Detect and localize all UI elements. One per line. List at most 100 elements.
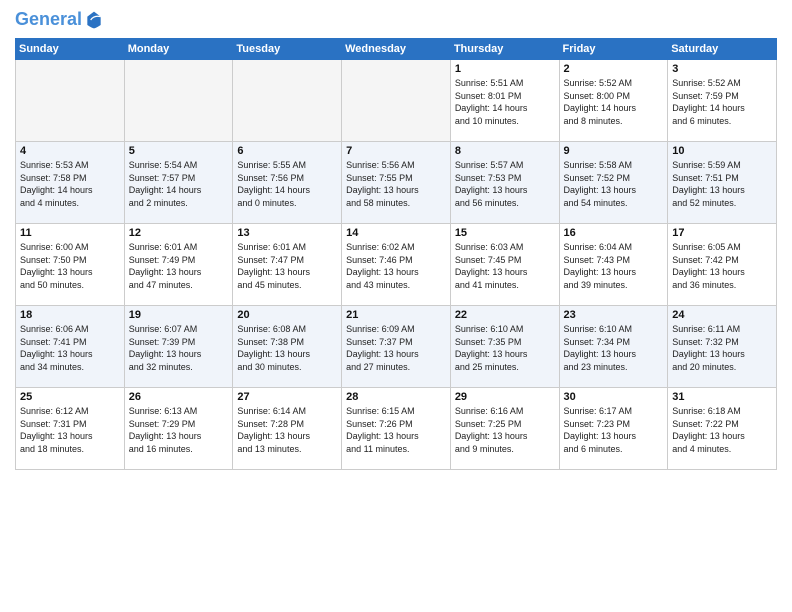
day-info: Sunrise: 6:10 AM Sunset: 7:35 PM Dayligh… <box>455 323 555 373</box>
day-number: 16 <box>564 227 664 239</box>
calendar-cell: 9 Sunrise: 5:58 AM Sunset: 7:52 PM Daylig… <box>559 142 668 224</box>
calendar-cell: 7Sunrise: 5:56 AM Sunset: 7:55 PM Daylig… <box>342 142 451 224</box>
calendar-cell <box>233 60 342 142</box>
day-info: Sunrise: 5:53 AM Sunset: 7:58 PM Dayligh… <box>20 159 120 209</box>
day-info: Sunrise: 6:14 AM Sunset: 7:28 PM Dayligh… <box>237 405 337 455</box>
calendar-cell: 20 Sunrise: 6:08 AM Sunset: 7:38 PM Dayli… <box>233 306 342 388</box>
header: General <box>15 10 777 30</box>
day-number: 26 <box>129 391 229 403</box>
day-number: 17 <box>672 227 772 239</box>
calendar-cell: 27 Sunrise: 6:14 AM Sunset: 7:28 PM Dayli… <box>233 388 342 470</box>
day-info: Sunrise: 6:18 AM Sunset: 7:22 PM Dayligh… <box>672 405 772 455</box>
calendar-cell: 23 Sunrise: 6:10 AM Sunset: 7:34 PM Dayli… <box>559 306 668 388</box>
day-info: Sunrise: 6:12 AM Sunset: 7:31 PM Dayligh… <box>20 405 120 455</box>
calendar-cell: 15 Sunrise: 6:03 AM Sunset: 7:45 PM Dayli… <box>450 224 559 306</box>
day-info: Sunrise: 6:16 AM Sunset: 7:25 PM Dayligh… <box>455 405 555 455</box>
day-info: Sunrise: 5:52 AM Sunset: 8:00 PM Dayligh… <box>564 77 664 127</box>
calendar-cell: 14 Sunrise: 6:02 AM Sunset: 7:46 PM Dayli… <box>342 224 451 306</box>
calendar-cell: 17 Sunrise: 6:05 AM Sunset: 7:42 PM Dayli… <box>668 224 777 306</box>
calendar-week-row: 11Sunrise: 6:00 AM Sunset: 7:50 PM Dayli… <box>16 224 777 306</box>
calendar-cell: 18 Sunrise: 6:06 AM Sunset: 7:41 PM Dayli… <box>16 306 125 388</box>
calendar-cell <box>124 60 233 142</box>
day-info: Sunrise: 6:08 AM Sunset: 7:38 PM Dayligh… <box>237 323 337 373</box>
day-number: 6 <box>237 145 337 157</box>
day-header-thursday: Thursday <box>450 39 559 60</box>
logo-text: General <box>15 10 82 30</box>
day-info: Sunrise: 6:15 AM Sunset: 7:26 PM Dayligh… <box>346 405 446 455</box>
day-number: 3 <box>672 63 772 75</box>
calendar-cell: 4 Sunrise: 5:53 AM Sunset: 7:58 PM Daylig… <box>16 142 125 224</box>
calendar-cell: 19 Sunrise: 6:07 AM Sunset: 7:39 PM Dayli… <box>124 306 233 388</box>
day-header-wednesday: Wednesday <box>342 39 451 60</box>
calendar-cell: 3 Sunrise: 5:52 AM Sunset: 7:59 PM Daylig… <box>668 60 777 142</box>
day-number: 23 <box>564 309 664 321</box>
day-number: 9 <box>564 145 664 157</box>
day-number: 29 <box>455 391 555 403</box>
calendar-week-row: 18 Sunrise: 6:06 AM Sunset: 7:41 PM Dayli… <box>16 306 777 388</box>
day-info: Sunrise: 5:58 AM Sunset: 7:52 PM Dayligh… <box>564 159 664 209</box>
day-number: 28 <box>346 391 446 403</box>
day-number: 19 <box>129 309 229 321</box>
calendar-cell: 13 Sunrise: 6:01 AM Sunset: 7:47 PM Dayli… <box>233 224 342 306</box>
day-number: 13 <box>237 227 337 239</box>
day-number: 21 <box>346 309 446 321</box>
day-info: Sunrise: 5:54 AM Sunset: 7:57 PM Dayligh… <box>129 159 229 209</box>
calendar-cell: 10Sunrise: 5:59 AM Sunset: 7:51 PM Dayli… <box>668 142 777 224</box>
day-number: 22 <box>455 309 555 321</box>
day-info: Sunrise: 6:01 AM Sunset: 7:47 PM Dayligh… <box>237 241 337 291</box>
calendar-header-row: SundayMondayTuesdayWednesdayThursdayFrid… <box>16 39 777 60</box>
day-number: 31 <box>672 391 772 403</box>
day-number: 10 <box>672 145 772 157</box>
calendar-week-row: 25 Sunrise: 6:12 AM Sunset: 7:31 PM Dayli… <box>16 388 777 470</box>
day-number: 4 <box>20 145 120 157</box>
day-info: Sunrise: 6:17 AM Sunset: 7:23 PM Dayligh… <box>564 405 664 455</box>
day-number: 24 <box>672 309 772 321</box>
day-info: Sunrise: 6:05 AM Sunset: 7:42 PM Dayligh… <box>672 241 772 291</box>
calendar-cell: 24 Sunrise: 6:11 AM Sunset: 7:32 PM Dayli… <box>668 306 777 388</box>
calendar-cell: 25 Sunrise: 6:12 AM Sunset: 7:31 PM Dayli… <box>16 388 125 470</box>
day-info: Sunrise: 5:57 AM Sunset: 7:53 PM Dayligh… <box>455 159 555 209</box>
day-number: 1 <box>455 63 555 75</box>
calendar-cell: 30Sunrise: 6:17 AM Sunset: 7:23 PM Dayli… <box>559 388 668 470</box>
day-info: Sunrise: 6:10 AM Sunset: 7:34 PM Dayligh… <box>564 323 664 373</box>
day-number: 2 <box>564 63 664 75</box>
calendar-cell: 5 Sunrise: 5:54 AM Sunset: 7:57 PM Daylig… <box>124 142 233 224</box>
day-info: Sunrise: 5:56 AM Sunset: 7:55 PM Dayligh… <box>346 159 446 209</box>
day-info: Sunrise: 6:04 AM Sunset: 7:43 PM Dayligh… <box>564 241 664 291</box>
day-header-saturday: Saturday <box>668 39 777 60</box>
day-number: 18 <box>20 309 120 321</box>
day-info: Sunrise: 6:07 AM Sunset: 7:39 PM Dayligh… <box>129 323 229 373</box>
day-number: 20 <box>237 309 337 321</box>
calendar-cell: 8 Sunrise: 5:57 AM Sunset: 7:53 PM Daylig… <box>450 142 559 224</box>
day-info: Sunrise: 6:00 AM Sunset: 7:50 PM Dayligh… <box>20 241 120 291</box>
day-info: Sunrise: 6:11 AM Sunset: 7:32 PM Dayligh… <box>672 323 772 373</box>
day-number: 15 <box>455 227 555 239</box>
day-number: 8 <box>455 145 555 157</box>
calendar-cell <box>342 60 451 142</box>
day-info: Sunrise: 5:51 AM Sunset: 8:01 PM Dayligh… <box>455 77 555 127</box>
day-number: 25 <box>20 391 120 403</box>
calendar-cell: 22 Sunrise: 6:10 AM Sunset: 7:35 PM Dayli… <box>450 306 559 388</box>
day-header-sunday: Sunday <box>16 39 125 60</box>
calendar-cell: 28 Sunrise: 6:15 AM Sunset: 7:26 PM Dayli… <box>342 388 451 470</box>
day-header-tuesday: Tuesday <box>233 39 342 60</box>
logo: General <box>15 10 104 30</box>
day-number: 14 <box>346 227 446 239</box>
calendar-cell: 21Sunrise: 6:09 AM Sunset: 7:37 PM Dayli… <box>342 306 451 388</box>
day-number: 5 <box>129 145 229 157</box>
day-info: Sunrise: 6:06 AM Sunset: 7:41 PM Dayligh… <box>20 323 120 373</box>
day-info: Sunrise: 5:52 AM Sunset: 7:59 PM Dayligh… <box>672 77 772 127</box>
calendar-cell: 31 Sunrise: 6:18 AM Sunset: 7:22 PM Dayli… <box>668 388 777 470</box>
calendar-table: SundayMondayTuesdayWednesdayThursdayFrid… <box>15 38 777 470</box>
calendar-cell: 12Sunrise: 6:01 AM Sunset: 7:49 PM Dayli… <box>124 224 233 306</box>
calendar-week-row: 4 Sunrise: 5:53 AM Sunset: 7:58 PM Daylig… <box>16 142 777 224</box>
calendar-cell: 11Sunrise: 6:00 AM Sunset: 7:50 PM Dayli… <box>16 224 125 306</box>
day-info: Sunrise: 6:03 AM Sunset: 7:45 PM Dayligh… <box>455 241 555 291</box>
calendar-week-row: 1 Sunrise: 5:51 AM Sunset: 8:01 PM Daylig… <box>16 60 777 142</box>
day-number: 27 <box>237 391 337 403</box>
day-header-monday: Monday <box>124 39 233 60</box>
calendar-cell: 16 Sunrise: 6:04 AM Sunset: 7:43 PM Dayli… <box>559 224 668 306</box>
page-container: General SundayMondayTuesdayWednesdayThur… <box>0 0 792 475</box>
day-header-friday: Friday <box>559 39 668 60</box>
day-info: Sunrise: 6:02 AM Sunset: 7:46 PM Dayligh… <box>346 241 446 291</box>
